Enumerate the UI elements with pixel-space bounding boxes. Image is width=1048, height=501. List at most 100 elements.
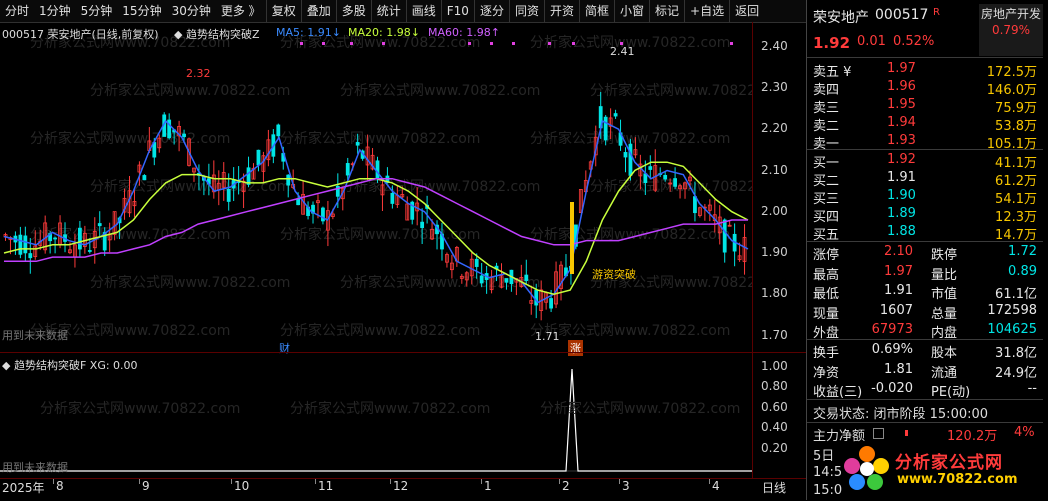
divider	[807, 399, 1043, 400]
bid-price: 1.89	[887, 206, 916, 221]
candle-body	[390, 192, 395, 204]
industry-name: 房地产开发	[980, 7, 1041, 21]
time-axis: 2025年 8 9 10 11 12 1 2 3 4 日线	[0, 478, 806, 501]
time-tick: 2	[562, 479, 570, 493]
sub-indicator-chart[interactable]: 分析家公式网www.70822.com 分析家公式网www.70822.com 分析…	[0, 352, 752, 479]
toolbar-item[interactable]: 简框	[578, 0, 614, 22]
toolbar-item[interactable]: 返回	[729, 0, 764, 22]
bid-price: 1.90	[887, 188, 916, 203]
trade-state: 交易状态: 闭市阶段 15:00:00	[807, 402, 1043, 422]
candle-body	[53, 237, 57, 240]
time-tick: 9	[142, 479, 150, 493]
toolbar-item[interactable]: 5分钟	[76, 0, 118, 22]
ask-row: 卖五 ¥1.97 172.5万	[807, 60, 1043, 80]
logo-text: 分析家公式网	[895, 453, 1003, 473]
toolbar-item[interactable]: 标记	[649, 0, 684, 22]
signal-dot	[572, 42, 575, 45]
signal-dot	[548, 42, 551, 45]
price-tick: 2.20	[761, 121, 788, 136]
toolbar-item[interactable]: 30分钟	[167, 0, 216, 22]
toolbar-item[interactable]: 画线	[405, 0, 441, 22]
watermark-text: 分析家公式网www.70822.com	[90, 274, 290, 291]
stat-label: 最高	[813, 267, 840, 283]
candle-body	[276, 124, 281, 137]
stat-label: 收益(三)	[813, 385, 863, 400]
watermark-text: 分析家公式网www.70822.com	[590, 178, 752, 195]
main-net-row[interactable]: 主力净额 120.2万 4%	[807, 424, 1043, 444]
price-tick: 2.00	[761, 203, 788, 218]
time-tick-mark	[481, 479, 482, 484]
logo-url: www.70822.com	[897, 472, 1018, 487]
candle-body	[648, 166, 653, 170]
toolbar-item[interactable]: 开资	[543, 0, 579, 22]
bid-price: 1.92	[887, 152, 916, 167]
toolbar-item[interactable]: 15分钟	[117, 0, 166, 22]
price-tick: 1.70	[761, 327, 788, 342]
peak-mark: 2.41	[610, 45, 635, 58]
toolbar-item[interactable]: 更多 》	[216, 0, 266, 22]
ask-row: 卖二 1.94 53.8万	[807, 114, 1043, 134]
main-net-value: 120.2万	[947, 429, 998, 444]
price-tick: 2.10	[761, 162, 788, 177]
day5-label: 5日	[813, 449, 835, 464]
candle-body	[28, 253, 33, 259]
time-tick-mark	[53, 479, 54, 484]
time-tick: 日线	[762, 481, 787, 495]
stat-label: 总量	[931, 306, 958, 322]
time-tick-mark	[231, 479, 232, 484]
main-net-menu-icon[interactable]	[873, 428, 884, 439]
ask-price: 1.95	[887, 97, 916, 112]
sub-tick: 0.80	[761, 379, 788, 394]
current-price: 1.92	[813, 34, 851, 52]
stat-label: 换手	[813, 346, 840, 361]
kline-svg: 分析家公式网www.70822.com 分析家公式网www.70822.com 分析…	[3, 34, 790, 339]
toolbar-item[interactable]: 叠加	[300, 0, 336, 22]
price-row: 1.92 0.01 0.52%	[807, 33, 1043, 53]
bid-row: 买三 1.90 54.1万	[807, 187, 1043, 207]
bid-row: 买四 1.89 12.3万	[807, 205, 1043, 225]
stat-value: 172598	[987, 302, 1037, 318]
candle-body	[549, 298, 553, 309]
time-tick: 2025年	[2, 481, 45, 495]
period-toolbar: 分时 1分钟 5分钟 15分钟 30分钟 更多 》复权 叠加 多股 统计 画线 F10 逐分 同资 开资简…	[0, 0, 806, 23]
time-tick: 4	[712, 479, 720, 493]
divider	[807, 57, 1043, 58]
stat-row: 净资 1.81 流通 24.9亿	[807, 361, 1043, 381]
toolbar-item[interactable]: 1分钟	[34, 0, 76, 22]
toolbar-item[interactable]: 复权	[265, 0, 301, 22]
stat-value: 1.97	[884, 263, 913, 279]
toolbar-item[interactable]: F10	[440, 0, 474, 22]
bid-row: 买一 1.92 41.1万	[807, 151, 1043, 171]
kline-chart[interactable]: 分析家公式网www.70822.com 分析家公式网www.70822.com 分析…	[0, 22, 790, 356]
stat-row: 收益(三) -0.020 PE(动) --	[807, 380, 1043, 400]
signal-bar	[570, 202, 574, 274]
toolbar-item[interactable]: 小窗	[614, 0, 649, 22]
ma60-legend: MA60: 1.98↑	[428, 26, 500, 39]
stat-value: -0.020	[871, 381, 913, 396]
sub-tick: 1.00	[761, 359, 788, 373]
time-tick-mark	[139, 479, 140, 484]
stat-value: --	[1027, 381, 1037, 396]
toolbar-item[interactable]: +自选	[684, 0, 729, 22]
stat-value: 104625	[987, 322, 1037, 337]
time-tick-mark	[709, 479, 710, 484]
candle-body	[623, 152, 628, 158]
main-net-label: 主力净额	[813, 429, 866, 444]
stat-label: 跌停	[931, 248, 958, 263]
toolbar-item[interactable]: 逐分	[473, 0, 509, 22]
toolbar-item[interactable]: 统计	[370, 0, 406, 22]
chart-code-name: 000517 荣安地产(日线,前复权)	[2, 28, 159, 41]
bid-price: 1.88	[887, 224, 916, 239]
time-tick: 8	[56, 479, 64, 493]
toolbar-item[interactable]: 同资	[508, 0, 544, 22]
toolbar-item[interactable]: 多股	[335, 0, 371, 22]
toolbar-item[interactable]: 分时	[0, 0, 34, 22]
watermark-text: 分析家公式网www.70822.com	[40, 400, 240, 417]
stat-value: 0.89	[1008, 263, 1037, 279]
candle-body	[613, 113, 618, 117]
ask-price: 1.96	[887, 79, 916, 94]
trade-state-text: 交易状态: 闭市阶段 15:00:00	[813, 407, 989, 422]
main-net-bar	[905, 430, 908, 436]
divider	[807, 149, 1043, 150]
watermark-text: 分析家公式网www.70822.com	[530, 226, 730, 243]
